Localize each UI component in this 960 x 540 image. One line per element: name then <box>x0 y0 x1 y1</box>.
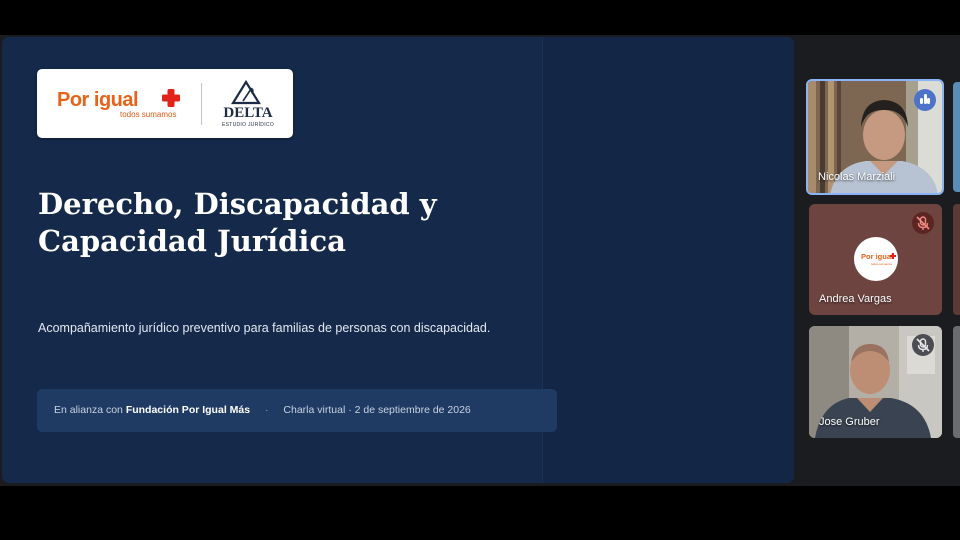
banner-prefix: En alianza con <box>54 404 123 416</box>
avatar-logo-tagline: todos sumamos <box>871 262 893 266</box>
avatar-logo-text: Por igual <box>861 252 894 261</box>
plus-cross-icon <box>890 253 896 259</box>
plus-cross-icon <box>162 89 180 107</box>
avatar: Por igual todos sumamos <box>854 237 898 281</box>
participant-tile-partial[interactable] <box>953 326 960 438</box>
delta-triangle-icon <box>231 80 261 105</box>
slide-subtitle: Acompañamiento jurídico preventivo para … <box>38 321 491 335</box>
slide-title-line-1: Derecho, Discapacidad y <box>38 187 437 221</box>
participant-name: Nicolas Marziali <box>818 171 896 183</box>
banner-event: Charla virtual · 2 de septiembre de 2026 <box>283 404 471 416</box>
participant-tile-jose[interactable]: Jose Gruber <box>809 326 942 438</box>
participant-name: Jose Gruber <box>819 416 880 428</box>
delta-logo-subtitle: ESTUDIO JURÍDICO <box>221 122 275 128</box>
bottom-bar <box>0 486 960 540</box>
slide-title: Derecho, Discapacidad y Capacidad Jurídi… <box>38 186 498 260</box>
participant-tile-andrea[interactable]: Por igual todos sumamos Andrea Vargas <box>809 204 942 315</box>
speaking-indicator-icon <box>914 89 936 111</box>
participant-name: Andrea Vargas <box>819 293 892 305</box>
participant-tile-nicolas[interactable]: Nicolas Marziali <box>806 79 944 195</box>
delta-logo-text: DELTA <box>223 105 273 121</box>
logo-divider <box>201 83 202 125</box>
mic-off-icon <box>912 212 934 234</box>
banner-partner: Fundación Por Igual Más <box>125 404 251 416</box>
event-banner: En alianza con Fundación Por Igual Más ·… <box>37 389 557 432</box>
por-igual-tagline: todos sumamos <box>120 110 177 119</box>
banner-separator: · <box>265 404 269 416</box>
por-igual-logo-text: Por igual <box>57 89 139 111</box>
participant-tile-partial[interactable] <box>953 82 960 192</box>
top-bar <box>0 0 960 35</box>
event-banner-text: En alianza con Fundación Por Igual Más ·… <box>54 404 471 416</box>
slide-right-panel <box>542 37 794 483</box>
participant-tile-partial[interactable] <box>953 204 960 315</box>
partner-logos: Por igual todos sumamos DELTA ESTUDIO JU… <box>37 69 293 138</box>
mic-off-icon <box>912 334 934 356</box>
slide-title-line-2: Capacidad Jurídica <box>38 224 346 258</box>
